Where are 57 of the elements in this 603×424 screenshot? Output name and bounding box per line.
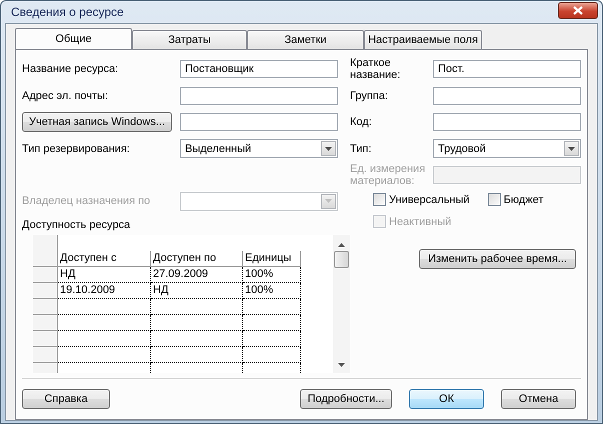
dropdown[interactable]: Трудовой — [433, 139, 581, 158]
table-cell: НД — [151, 282, 243, 298]
checkbox-label: Бюджет — [504, 194, 544, 206]
text-field[interactable] — [433, 113, 581, 132]
cancel-button[interactable]: Отмена — [501, 388, 576, 408]
help-button[interactable]: Справка — [22, 388, 110, 408]
tab[interactable]: Общие — [15, 28, 132, 49]
windows-account-button[interactable]: Учетная запись Windows... — [22, 112, 172, 132]
column-header[interactable]: Единицы — [243, 250, 301, 266]
empty-cell[interactable] — [151, 346, 243, 362]
empty-cell[interactable] — [243, 314, 301, 330]
table-cell: 100% — [243, 282, 301, 298]
tab[interactable]: Настраиваемые поля — [364, 30, 482, 49]
scroll-thumb[interactable] — [334, 251, 349, 268]
field-label: Код: — [350, 116, 373, 128]
column-header[interactable]: Доступен по — [151, 250, 243, 266]
empty-cell[interactable] — [243, 330, 301, 346]
text-field[interactable] — [180, 113, 338, 132]
field-label: Владелец назначения по — [22, 195, 152, 208]
empty-cell[interactable] — [243, 346, 301, 362]
change-work-time-button[interactable]: Изменить рабочее время... — [419, 248, 576, 268]
scrollbar[interactable] — [333, 234, 350, 372]
field-label: Название ресурса: — [22, 63, 120, 76]
field-label: Тип резервирования: — [22, 142, 131, 155]
empty-cell[interactable] — [151, 330, 243, 346]
field-label: Ед. измерения материалов: — [350, 163, 426, 188]
checkbox-label: Неактивный — [389, 216, 452, 228]
field-label: Группа: — [350, 90, 389, 102]
table-cell: 19.10.2009 — [58, 282, 151, 298]
field-label: Тип: — [350, 142, 372, 155]
window-title: Сведения о ресурсе — [11, 5, 124, 19]
empty-cell[interactable] — [243, 298, 301, 314]
section-title: Доступность ресурса — [22, 218, 132, 232]
scroll-up-icon[interactable] — [338, 242, 345, 246]
close-button[interactable] — [558, 2, 598, 18]
column-header[interactable]: Доступен с — [58, 250, 151, 266]
details-button[interactable]: Подробности... — [300, 388, 392, 408]
text-field[interactable] — [180, 86, 338, 105]
tab[interactable]: Затраты — [132, 30, 247, 49]
checkbox[interactable] — [373, 193, 386, 206]
checkbox-label: Универсальный — [389, 194, 470, 206]
table-cell: НД — [58, 266, 151, 282]
checkbox[interactable] — [488, 193, 501, 206]
dropdown[interactable]: Выделенный — [180, 139, 338, 158]
text-field[interactable] — [433, 86, 581, 105]
field-label: Адрес эл. почты: — [22, 90, 110, 102]
ok-button[interactable]: ОК — [409, 388, 484, 408]
table-cell: 27.09.2009 — [151, 266, 243, 282]
text-field[interactable]: Пост. — [433, 60, 581, 78]
text-field[interactable]: Постановщик — [180, 60, 338, 78]
empty-cell[interactable] — [151, 314, 243, 330]
empty-cell[interactable] — [151, 298, 243, 314]
table-cell: 100% — [243, 266, 301, 282]
tab[interactable]: Заметки — [247, 30, 364, 49]
field-label: Краткое название: — [350, 57, 402, 82]
scroll-down-icon[interactable] — [338, 362, 345, 366]
close-icon — [573, 6, 583, 14]
